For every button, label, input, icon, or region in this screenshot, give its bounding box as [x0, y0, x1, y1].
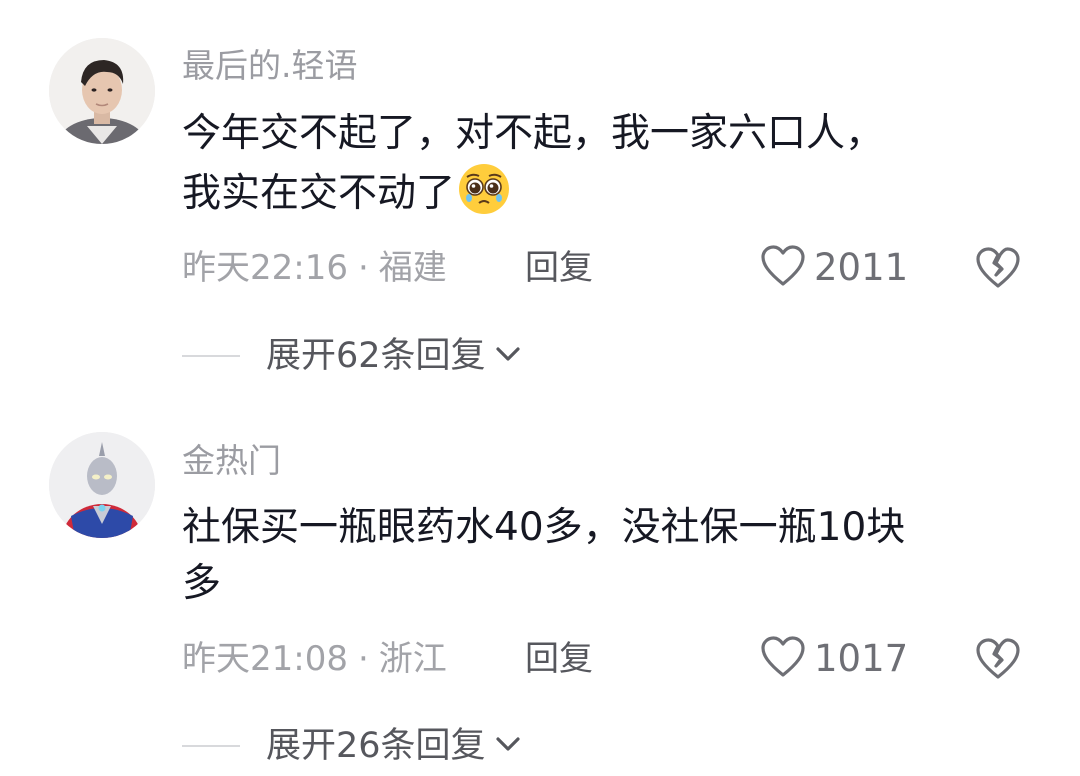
like-button[interactable]: 1017	[760, 635, 909, 683]
comment-text-line: 我实在交不动了	[182, 171, 456, 216]
broken-heart-icon	[974, 247, 1022, 296]
comment-text: 今年交不起了，对不起，我一家六口人， 我实在交不动了	[182, 106, 1022, 222]
expand-replies-label: 展开62条回复	[266, 336, 486, 376]
expand-replies-label: 展开26条回复	[266, 726, 486, 766]
dislike-button[interactable]	[974, 635, 1022, 683]
comment-meta: 昨天22:16 · 福建	[182, 248, 447, 288]
username[interactable]: 金热门	[182, 441, 281, 481]
comment-meta: 昨天21:08 · 浙江	[182, 639, 447, 679]
reply-button[interactable]: 回复	[525, 639, 593, 679]
divider	[182, 355, 240, 357]
expand-replies[interactable]: 展开62条回复	[182, 334, 522, 378]
heart-outline-icon	[760, 635, 814, 683]
like-count: 2011	[814, 246, 909, 289]
comment-text: 社保买一瓶眼药水40多，没社保一瓶10块 多	[182, 500, 1022, 612]
divider	[182, 745, 240, 747]
avatar[interactable]	[49, 38, 155, 144]
chevron-down-icon	[486, 734, 522, 758]
comment-text-line: 社保买一瓶眼药水40多，没社保一瓶10块	[182, 505, 906, 550]
comment-location: 福建	[378, 248, 447, 288]
meta-separator: ·	[357, 248, 369, 288]
broken-heart-icon	[974, 638, 1022, 687]
avatar[interactable]	[49, 432, 155, 538]
dislike-button[interactable]	[974, 244, 1022, 292]
comment-text-line: 多	[182, 561, 222, 606]
chevron-down-icon	[486, 344, 522, 368]
like-count: 1017	[814, 637, 909, 680]
like-button[interactable]: 2011	[760, 244, 909, 292]
heart-outline-icon	[760, 244, 814, 292]
comment-time: 昨天21:08	[182, 639, 348, 679]
expand-replies[interactable]: 展开26条回复	[182, 724, 522, 768]
comment-text-line-with-emoji: 我实在交不动了	[182, 162, 1022, 222]
comment-time: 昨天22:16	[182, 248, 348, 288]
comment-text-line: 今年交不起了，对不起，我一家六口人，	[182, 111, 885, 156]
meta-separator: ·	[357, 639, 369, 679]
comment-location: 浙江	[378, 639, 447, 679]
reply-button[interactable]: 回复	[525, 248, 593, 288]
pleading-face-emoji	[457, 162, 511, 216]
username[interactable]: 最后的.轻语	[182, 46, 358, 86]
